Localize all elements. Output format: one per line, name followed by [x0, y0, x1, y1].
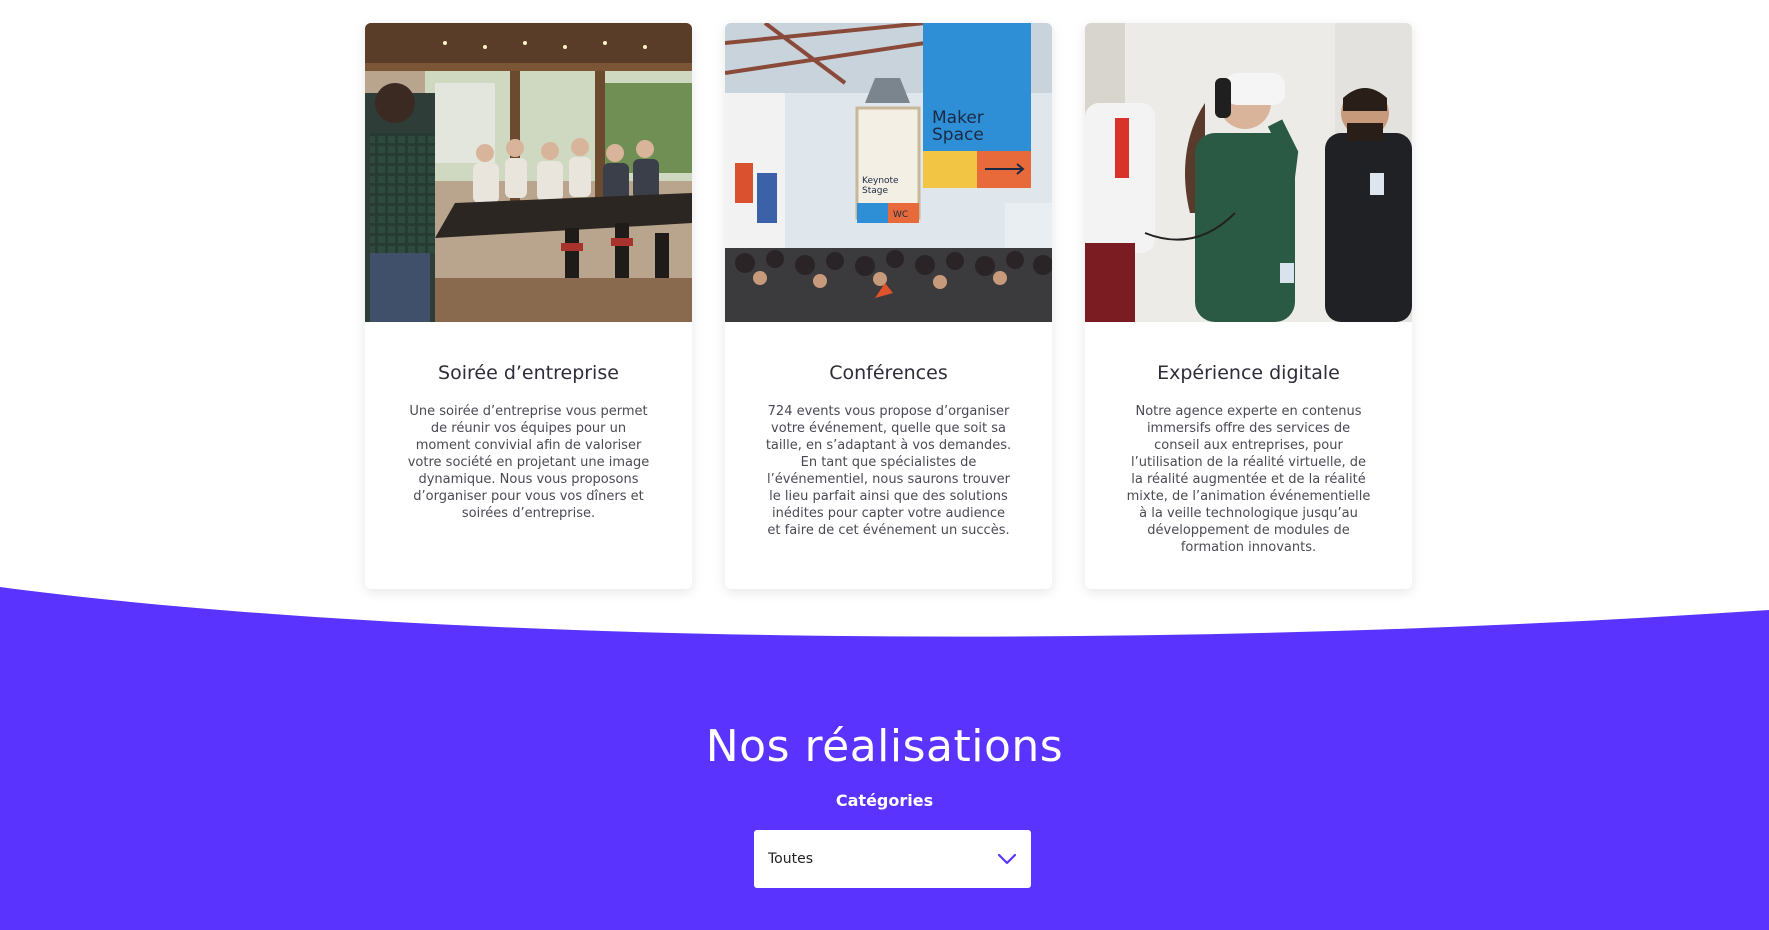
card-title: Soirée d’entreprise [438, 362, 619, 384]
card-title: Conférences [829, 362, 948, 384]
card-description: Notre agence experte en contenus immersi… [1126, 403, 1371, 555]
sign-keynote: Keynote [862, 176, 899, 186]
category-filter-label: Catégories [835, 791, 934, 810]
category-select-value: Toutes [768, 851, 814, 867]
card-body: Expérience digitale Notre agence experte… [1085, 322, 1412, 556]
page: Soirée d’entreprise Une soirée d’entrepr… [0, 0, 1769, 930]
card-body: Soirée d’entreprise Une soirée d’entrepr… [365, 322, 692, 522]
category-select[interactable]: Toutes [754, 830, 1031, 888]
service-card-conferences: Maker Space Keynote Stage WC Conférences… [725, 23, 1052, 589]
services-cards: Soirée d’entreprise Une soirée d’entrepr… [365, 23, 1413, 589]
section-title: Nos réalisations [705, 721, 1064, 772]
chevron-down-icon[interactable] [997, 853, 1017, 865]
company-dinner-photo [365, 23, 692, 322]
card-description: Une soirée d’entreprise vous permet de r… [407, 403, 650, 521]
conference-hall-photo: Maker Space Keynote Stage WC [725, 23, 1052, 322]
sign-stage: Stage [862, 186, 888, 196]
service-card-digital: Expérience digitale Notre agence experte… [1085, 23, 1412, 589]
card-description: 724 events vous propose d’organiser votr… [765, 403, 1012, 538]
realisations-section: Nos réalisations Catégories Toutes [0, 715, 1769, 888]
sign-space: Space [932, 125, 984, 145]
sign-wc: WC [893, 210, 908, 220]
card-body: Conférences 724 events vous propose d’or… [725, 322, 1052, 539]
vr-headset-photo [1085, 23, 1412, 322]
card-title: Expérience digitale [1157, 362, 1340, 384]
service-card-soiree: Soirée d’entreprise Une soirée d’entrepr… [365, 23, 692, 589]
